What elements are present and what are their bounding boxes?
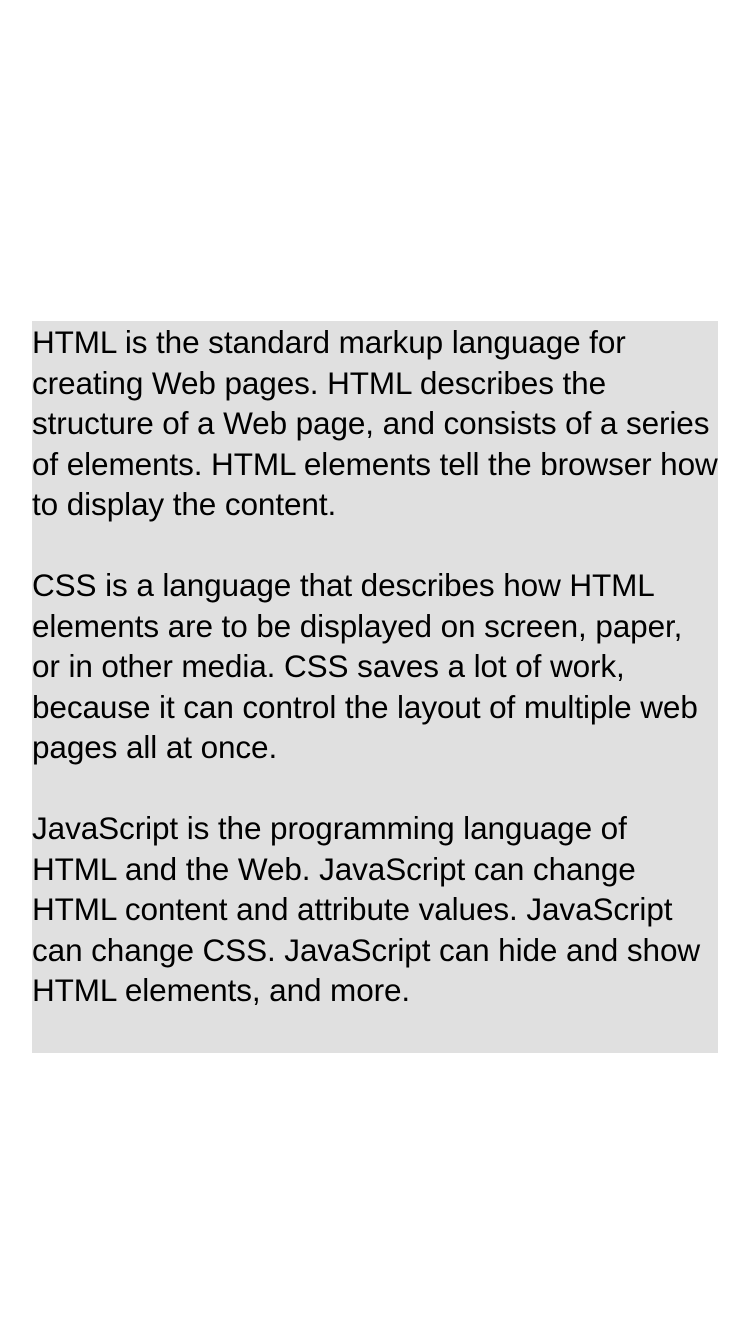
html-paragraph: HTML is the standard markup language for… [32, 324, 718, 522]
content-box: HTML is the standard markup language for… [32, 321, 718, 1053]
css-paragraph: CSS is a language that describes how HTM… [32, 567, 698, 765]
javascript-paragraph: JavaScript is the programming language o… [32, 810, 701, 1008]
